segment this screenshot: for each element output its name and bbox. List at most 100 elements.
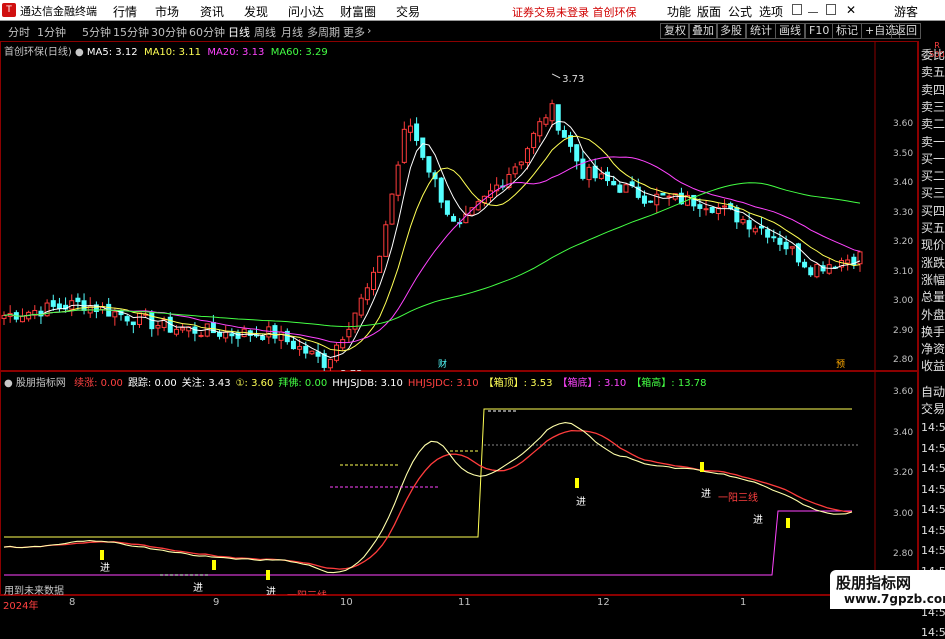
candle-body <box>420 137 426 158</box>
menu-quotes[interactable]: 行情 <box>113 3 137 20</box>
watermark-title: 股朋指标网 <box>836 574 912 592</box>
maximize-icon[interactable] <box>826 4 836 15</box>
tool-restore-rights[interactable]: 复权 <box>660 23 690 39</box>
period-monthly[interactable]: 月线 <box>281 24 303 40</box>
main-y-tick: 3.20 <box>893 237 914 247</box>
candle-body <box>401 128 407 163</box>
candle-body <box>444 200 450 215</box>
close-icon[interactable]: ✕ <box>846 3 856 17</box>
tick-time: 14:56 <box>921 626 945 639</box>
candle-body <box>217 331 223 337</box>
lock-icon[interactable] <box>792 4 802 15</box>
app-logo-icon: T <box>2 3 16 17</box>
menu-formula[interactable]: 公式 <box>728 3 752 20</box>
menu-discover[interactable]: 发现 <box>244 3 268 20</box>
chevron-right-icon[interactable]: › <box>367 24 371 37</box>
period-15min[interactable]: 15分钟 <box>113 24 149 40</box>
menu-fortune[interactable]: 财富圈 <box>340 3 376 20</box>
candle-body <box>229 333 235 337</box>
candle-body <box>586 166 592 181</box>
candle-body <box>697 204 703 209</box>
candle-body <box>223 331 229 339</box>
high-pointer <box>551 73 561 79</box>
guest-label[interactable]: 游客 <box>894 3 918 20</box>
tool-overlay[interactable]: 叠加 <box>688 23 718 39</box>
candle-body <box>746 220 752 230</box>
minimize-icon[interactable] <box>808 4 818 13</box>
tick-time: 14:56 <box>921 441 945 455</box>
candle-body <box>260 335 266 340</box>
tool-multi-stock[interactable]: 多股 <box>716 23 746 39</box>
candle-body <box>580 158 586 179</box>
menu-trade[interactable]: 交易 <box>396 3 420 20</box>
indicator-chart[interactable]: 进进进进进进一阳三线一阳三线 <box>0 371 918 595</box>
main-y-tick: 3.10 <box>893 266 914 277</box>
signal-jin-label: 进 <box>701 488 711 500</box>
signal-bar <box>212 560 216 570</box>
candle-body <box>845 259 851 264</box>
signal-jin-label: 进 <box>100 562 110 574</box>
period-timeshare[interactable]: 分时 <box>8 24 30 40</box>
app-title: 通达信金融终端 <box>20 5 97 18</box>
candle-body <box>383 224 389 257</box>
panel-field: 买二 <box>921 169 945 184</box>
candle-body <box>340 339 346 349</box>
candle-body <box>623 184 629 193</box>
menu-layout[interactable]: 版面 <box>697 3 721 20</box>
candle-body <box>173 328 179 335</box>
menu-market[interactable]: 市场 <box>155 3 179 20</box>
candle-body <box>309 350 315 355</box>
menu-options[interactable]: 选项 <box>759 3 783 20</box>
period-weekly[interactable]: 周线 <box>254 24 276 40</box>
main-y-tick: 2.80 <box>893 355 914 365</box>
signal-jin-label: 进 <box>576 496 586 508</box>
quote-side-panel: R 500 委比 卖五 卖四 卖三 卖二 卖一 买一 买二 买三 买四 买五 现价 涨跌 涨幅 总量 外盘 换手… <box>918 41 945 639</box>
menu-xiaoda[interactable]: 问小达 <box>288 3 324 20</box>
menu-news[interactable]: 资讯 <box>200 3 224 20</box>
tool-back[interactable]: 返回 <box>891 23 921 39</box>
panel-trade-field[interactable]: 交易 <box>921 402 945 416</box>
signal-bar <box>266 570 270 580</box>
watermark-url: www.7gpzb.com <box>844 592 945 606</box>
candle-body <box>543 117 549 125</box>
period-more[interactable]: 更多 <box>343 24 365 40</box>
period-multi[interactable]: 多周期 <box>307 24 340 40</box>
tool-mark[interactable]: 标记 <box>832 23 862 39</box>
tool-f10[interactable]: F10 <box>805 23 834 39</box>
signal-yiyang-label: 一阳三线 <box>718 491 758 504</box>
period-daily[interactable]: 日线 <box>228 24 250 40</box>
tool-draw[interactable]: 画线 <box>775 23 805 39</box>
candle-body <box>136 312 142 325</box>
menu-function[interactable]: 功能 <box>667 3 691 20</box>
signal-bar <box>100 550 104 560</box>
candle-body <box>297 346 303 350</box>
finance-marker: 财 <box>438 358 447 370</box>
candle-body <box>19 315 25 323</box>
candle-body <box>777 237 783 245</box>
panel-field: 卖二 <box>921 117 945 132</box>
period-30min[interactable]: 30分钟 <box>151 24 187 40</box>
period-1min[interactable]: 1分钟 <box>37 24 66 40</box>
indicator-y-tick: 3.00 <box>893 508 914 519</box>
panel-field: 委比 <box>921 48 945 62</box>
tool-stats[interactable]: 统计 <box>746 23 776 39</box>
candlestick-chart[interactable]: 3.732.72财预 <box>0 41 918 371</box>
candle-body <box>198 334 204 337</box>
period-5min[interactable]: 5分钟 <box>82 24 111 40</box>
candle-body <box>660 192 666 196</box>
candle-body <box>783 241 789 250</box>
candle-body <box>648 200 654 203</box>
x-tick-aug: 8 <box>69 597 76 608</box>
indicator-y-tick: 2.80 <box>893 549 914 559</box>
tick-time: 14:56 <box>921 462 945 475</box>
box-bottom-line <box>4 510 852 576</box>
main-y-tick: 3.60 <box>893 119 914 129</box>
x-tick-jan: 1 <box>740 597 747 608</box>
candle-body <box>574 144 580 162</box>
candle-body <box>826 264 832 274</box>
panel-trade-field[interactable]: 自动 <box>921 385 945 399</box>
candle-body <box>112 311 118 318</box>
login-notice[interactable]: 证券交易未登录 首创环保 <box>512 4 637 20</box>
period-60min[interactable]: 60分钟 <box>189 24 225 40</box>
tick-time: 14:56 <box>921 421 945 434</box>
